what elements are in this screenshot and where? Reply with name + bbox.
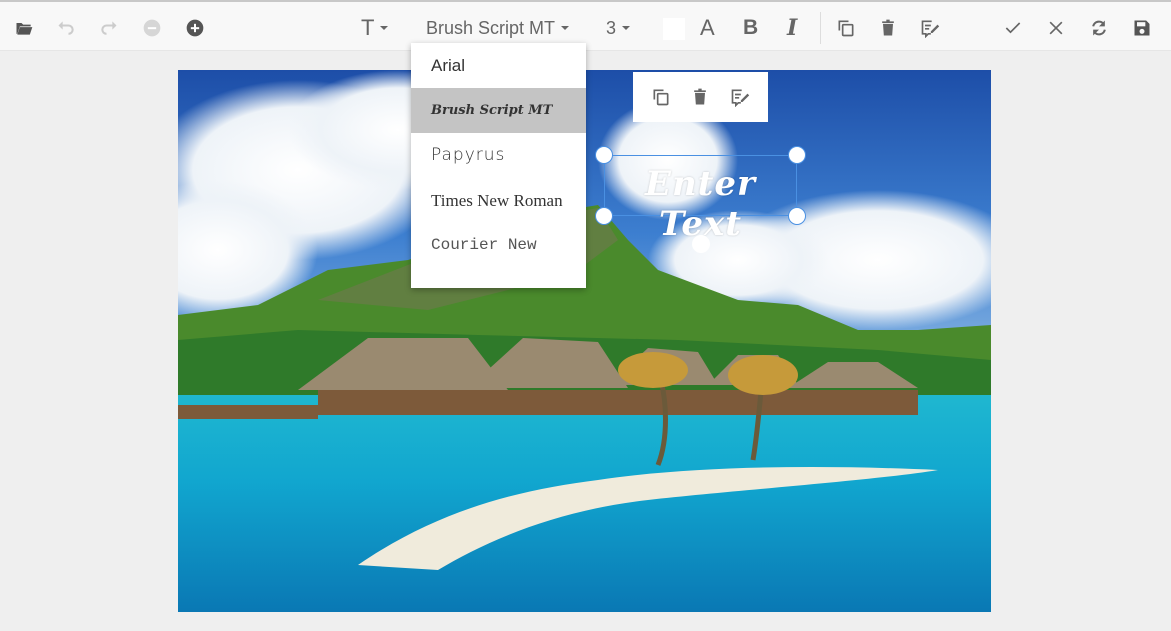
bold-button[interactable]: B <box>743 16 758 40</box>
text-annotation[interactable]: Enter Text <box>605 164 796 244</box>
save-icon[interactable] <box>1132 16 1152 40</box>
open-folder-icon[interactable] <box>14 16 34 40</box>
font-size-dropdown[interactable]: 3 <box>606 16 631 40</box>
undo-icon[interactable] <box>56 16 76 40</box>
check-icon[interactable] <box>1003 16 1023 40</box>
font-option-arial[interactable]: Arial <box>411 43 586 88</box>
text-tool-dropdown[interactable]: T <box>361 15 389 40</box>
copy-icon[interactable] <box>651 87 671 107</box>
edit-text-icon[interactable] <box>730 87 750 107</box>
quick-toolbar <box>633 72 768 122</box>
text-tool-label: T <box>361 15 375 40</box>
close-icon[interactable] <box>1046 16 1066 40</box>
reset-icon[interactable] <box>1089 16 1109 40</box>
font-family-value: Brush Script MT <box>426 17 556 38</box>
font-color-button[interactable]: A <box>700 15 715 40</box>
zoom-in-icon[interactable] <box>185 16 205 40</box>
chevron-down-icon <box>622 26 631 30</box>
resize-handle-bottom-right[interactable] <box>788 207 806 225</box>
resize-handle-top-right[interactable] <box>788 146 806 164</box>
copy-icon[interactable] <box>836 16 856 40</box>
text-annotation-box[interactable]: Enter Text <box>604 155 797 244</box>
font-family-dropdown[interactable]: Brush Script MT <box>426 16 570 40</box>
chevron-down-icon <box>380 26 389 30</box>
resize-handle-bottom-left[interactable] <box>595 207 613 225</box>
toolbar-divider <box>820 12 821 44</box>
rotate-handle[interactable] <box>692 235 710 253</box>
font-option-papyrus[interactable]: Papyrus <box>411 133 586 178</box>
redo-icon[interactable] <box>99 16 119 40</box>
zoom-out-icon[interactable] <box>142 16 162 40</box>
delete-icon[interactable] <box>690 87 710 107</box>
font-family-menu: Arial Brush Script MT Papyrus Times New … <box>411 43 586 288</box>
edit-text-icon[interactable] <box>920 16 940 40</box>
italic-button[interactable]: I <box>787 15 797 41</box>
font-size-value: 3 <box>606 17 617 38</box>
delete-icon[interactable] <box>878 16 898 40</box>
fill-color-swatch[interactable] <box>663 18 685 40</box>
font-option-courier-new[interactable]: Courier New <box>411 223 586 268</box>
resize-handle-top-left[interactable] <box>595 146 613 164</box>
chevron-down-icon <box>561 26 570 30</box>
font-option-brush-script[interactable]: Brush Script MT <box>411 88 586 133</box>
font-option-times-new-roman[interactable]: Times New Roman <box>411 178 586 223</box>
